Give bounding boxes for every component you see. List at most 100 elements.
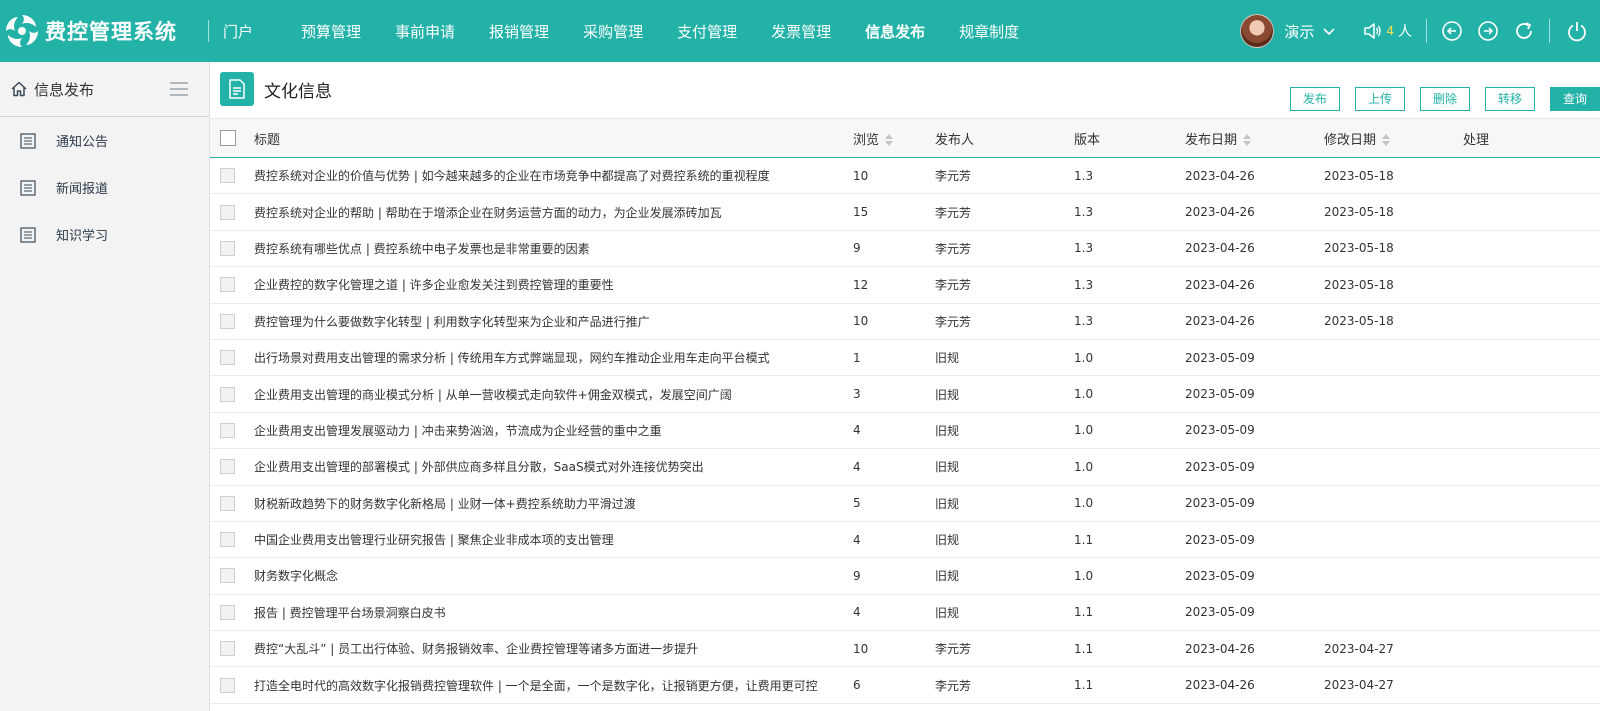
row-checkbox[interactable] bbox=[220, 168, 235, 184]
row-checkbox[interactable] bbox=[220, 422, 235, 438]
row-checkbox[interactable] bbox=[220, 568, 235, 584]
row-checkbox[interactable] bbox=[220, 277, 235, 293]
power-icon[interactable] bbox=[1566, 20, 1588, 42]
main-nav: 门户 预算管理 事前申请 报销管理 采购管理 支付管理 发票管理 信息发布 规章制度 bbox=[223, 0, 1019, 62]
user-name[interactable]: 演示 bbox=[1284, 21, 1314, 42]
sort-icon[interactable] bbox=[885, 134, 894, 146]
row-checkbox[interactable] bbox=[220, 459, 235, 475]
cell-title[interactable]: 财务数字化概念 bbox=[254, 558, 853, 594]
list-icon bbox=[20, 226, 36, 243]
app-logo[interactable]: 费控管理系统 bbox=[0, 11, 200, 51]
cell-title[interactable]: 中国企业费用支出管理行业研究报告 | 聚焦企业非成本项的支出管理 bbox=[254, 521, 853, 557]
cell-version: 1.3 bbox=[1074, 168, 1094, 183]
cell-version: 1.1 bbox=[1074, 605, 1094, 620]
nav-item-8[interactable]: 规章制度 bbox=[959, 21, 1019, 42]
table-row[interactable]: 企业费用支出管理的商业模式分析 | 从单一营收模式走向软件+佣金双模式，发展空间… bbox=[210, 376, 1600, 413]
avatar[interactable] bbox=[1240, 14, 1275, 48]
row-checkbox[interactable] bbox=[220, 350, 235, 366]
cell-title[interactable]: 企业费用支出管理的商业模式分析 | 从单一营收模式走向软件+佣金双模式，发展空间… bbox=[254, 376, 853, 412]
row-checkbox[interactable] bbox=[220, 495, 235, 511]
row-checkbox[interactable] bbox=[220, 313, 235, 329]
cell-publisher: 李元芳 bbox=[935, 205, 972, 220]
cell-title[interactable]: 费控“大乱斗” | 员工出行体验、财务报销效率、企业费控管理等诸多方面进一步提升 bbox=[254, 631, 853, 667]
sort-icon[interactable] bbox=[1382, 134, 1391, 146]
sidebar-item-2[interactable]: 知识学习 bbox=[0, 211, 209, 258]
speaker-icon[interactable] bbox=[1362, 21, 1382, 41]
row-checkbox[interactable] bbox=[220, 677, 235, 693]
forward-icon[interactable] bbox=[1477, 20, 1499, 42]
cell-title[interactable]: 企业费控的数字化管理之道 | 许多企业愈发关注到费控管理的重要性 bbox=[254, 267, 853, 303]
table-row[interactable]: 企业费用支出管理的部署模式 | 外部供应商多样且分散，SaaS模式对外连接优势突… bbox=[210, 449, 1600, 486]
cell-modified-date bbox=[1324, 376, 1463, 412]
cell-title[interactable]: 费控系统对企业的帮助 | 帮助在于增添企业在财务运营方面的动力，为企业发展添砖加… bbox=[254, 194, 853, 230]
nav-item-4[interactable]: 采购管理 bbox=[583, 21, 643, 42]
row-checkbox[interactable] bbox=[220, 604, 235, 620]
action-button-2[interactable]: 删除 bbox=[1419, 87, 1470, 111]
cell-publisher: 旧规 bbox=[935, 460, 960, 475]
list-icon bbox=[20, 132, 36, 149]
table-row[interactable]: 打造全电时代的高效数字化报销费控管理软件 | 一个是全面，一个是数字化，让报销更… bbox=[210, 667, 1600, 704]
column-header: 标题 bbox=[254, 119, 853, 158]
action-button-4[interactable]: 查询 bbox=[1549, 87, 1600, 111]
column-header[interactable]: 发布日期 bbox=[1185, 119, 1324, 158]
table-row[interactable]: 财务数字化概念 9 旧规 1.0 2023-05-09 bbox=[210, 558, 1600, 595]
cell-title[interactable]: 费控系统对企业的价值与优势 | 如今越来越多的企业在市场竞争中都提高了对费控系统… bbox=[254, 158, 853, 194]
table-row[interactable]: 企业费控的数字化管理之道 | 许多企业愈发关注到费控管理的重要性 12 李元芳 1.3… bbox=[210, 267, 1600, 304]
nav-item-1[interactable]: 预算管理 bbox=[301, 21, 361, 42]
column-header-label: 标题 bbox=[254, 132, 281, 148]
table-row[interactable]: 出行场景对费用支出管理的需求分析 | 传统用车方式弊端显现，网约车推动企业用车走… bbox=[210, 339, 1600, 376]
column-header: 版本 bbox=[1074, 119, 1185, 158]
nav-item-2[interactable]: 事前申请 bbox=[395, 21, 455, 42]
cell-title[interactable]: 企业费用支出管理的部署模式 | 外部供应商多样且分散，SaaS模式对外连接优势突… bbox=[254, 449, 853, 485]
table-row[interactable]: 企业费用支出管理发展驱动力 | 冲击来势汹汹，节流成为企业经营的重中之重 4 旧规 1… bbox=[210, 412, 1600, 449]
row-checkbox[interactable] bbox=[220, 532, 235, 548]
cell-actions bbox=[1463, 267, 1600, 303]
table-row[interactable]: 费控管理为什么要做数字化转型 | 利用数字化转型来为企业和产品进行推广 10 李元芳… bbox=[210, 303, 1600, 340]
column-header-label: 处理 bbox=[1463, 132, 1490, 148]
table-row[interactable]: 费控系统对企业的价值与优势 | 如今越来越多的企业在市场竞争中都提高了对费控系统… bbox=[210, 158, 1600, 194]
nav-item-5[interactable]: 支付管理 bbox=[677, 21, 737, 42]
nav-item-3[interactable]: 报销管理 bbox=[489, 21, 549, 42]
menu-icon[interactable] bbox=[170, 82, 188, 96]
table-row[interactable]: 费控“大乱斗” | 员工出行体验、财务报销效率、企业费控管理等诸多方面进一步提升… bbox=[210, 631, 1600, 667]
cell-actions bbox=[1463, 485, 1600, 521]
cell-version: 1.0 bbox=[1074, 387, 1094, 402]
cell-title[interactable]: 打造全电时代的高效数字化报销费控管理软件 | 一个是全面，一个是数字化，让报销更… bbox=[254, 667, 853, 703]
cell-title[interactable]: 费控系统有哪些优点 | 费控系统中电子发票也是非常重要的因素 bbox=[254, 230, 853, 266]
column-header[interactable]: 修改日期 bbox=[1324, 119, 1463, 158]
refresh-icon[interactable] bbox=[1513, 20, 1535, 42]
row-checkbox[interactable] bbox=[220, 240, 235, 256]
column-header[interactable]: 浏览 bbox=[853, 119, 935, 158]
toolbar: 发布 上传 删除 转移 查询 bbox=[1275, 87, 1600, 111]
cell-views: 15 bbox=[853, 205, 869, 220]
nav-item-6[interactable]: 发票管理 bbox=[771, 21, 831, 42]
cell-title[interactable]: 费控管理为什么要做数字化转型 | 利用数字化转型来为企业和产品进行推广 bbox=[254, 303, 853, 339]
table-row[interactable]: 中国企业费用支出管理行业研究报告 | 聚焦企业非成本项的支出管理 4 旧规 1.1 20… bbox=[210, 521, 1600, 558]
action-button-0[interactable]: 发布 bbox=[1289, 87, 1340, 111]
table-row[interactable]: 费控系统有哪些优点 | 费控系统中电子发票也是非常重要的因素 9 李元芳 1.3 202… bbox=[210, 230, 1600, 267]
sidebar-item-0[interactable]: 通知公告 bbox=[0, 117, 209, 164]
row-checkbox[interactable] bbox=[220, 641, 235, 657]
select-all-checkbox[interactable] bbox=[220, 130, 236, 146]
table-row[interactable]: 费控系统对企业的帮助 | 帮助在于增添企业在财务运营方面的动力，为企业发展添砖加… bbox=[210, 194, 1600, 231]
table-row[interactable]: 财税新政趋势下的财务数字化新格局 | 业财一体+费控系统助力平滑过渡 5 旧规 1.0… bbox=[210, 485, 1600, 522]
nav-item-0[interactable]: 门户 bbox=[223, 21, 253, 42]
nav-item-7[interactable]: 信息发布 bbox=[865, 21, 925, 42]
chevron-down-icon[interactable] bbox=[1322, 24, 1336, 38]
cell-title[interactable]: 出行场景对费用支出管理的需求分析 | 传统用车方式弊端显现，网约车推动企业用车走… bbox=[254, 339, 853, 375]
top-bar: 费控管理系统 门户 预算管理 事前申请 报销管理 采购管理 支付管理 发票管理 信息发布 规章制… bbox=[0, 0, 1600, 62]
action-button-3[interactable]: 转移 bbox=[1484, 87, 1535, 111]
table-row[interactable]: 报告 | 费控管理平台场景洞察白皮书 4 旧规 1.1 2023-05-09 bbox=[210, 594, 1600, 631]
action-button-1[interactable]: 上传 bbox=[1354, 87, 1405, 111]
row-checkbox[interactable] bbox=[220, 204, 235, 220]
back-icon[interactable] bbox=[1441, 20, 1463, 42]
sidebar-item-1[interactable]: 新闻报道 bbox=[0, 164, 209, 211]
row-checkbox[interactable] bbox=[220, 386, 235, 402]
cell-title[interactable]: 报告 | 费控管理平台场景洞察白皮书 bbox=[254, 594, 853, 630]
sort-icon[interactable] bbox=[1243, 134, 1252, 146]
cell-title[interactable]: 财税新政趋势下的财务数字化新格局 | 业财一体+费控系统助力平滑过渡 bbox=[254, 485, 853, 521]
cell-publisher: 旧规 bbox=[935, 569, 960, 584]
cell-modified-date: 2023-05-18 bbox=[1324, 241, 1394, 256]
cell-title[interactable]: 企业费用支出管理发展驱动力 | 冲击来势汹汹，节流成为企业经营的重中之重 bbox=[254, 412, 853, 448]
sidebar-item-label: 知识学习 bbox=[56, 229, 109, 244]
